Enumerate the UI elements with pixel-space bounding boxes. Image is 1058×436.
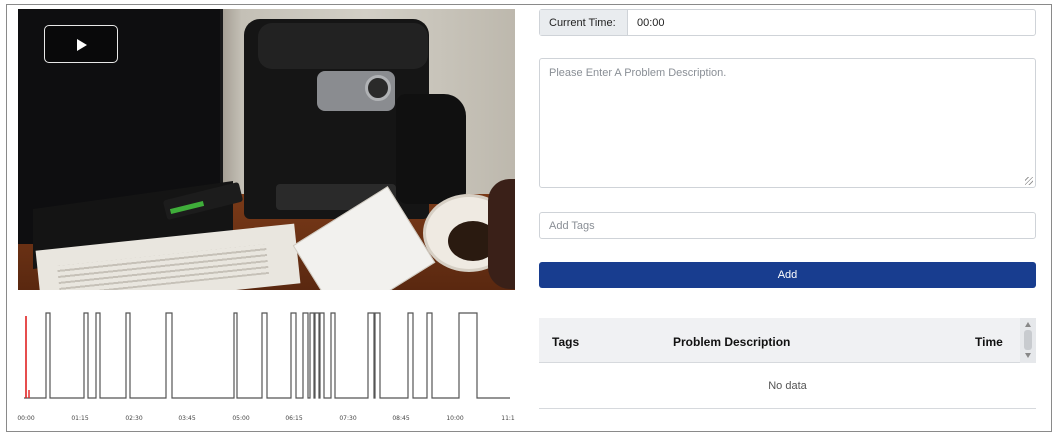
column-header-tags[interactable]: Tags bbox=[552, 335, 579, 349]
scroll-thumb[interactable] bbox=[1024, 330, 1032, 350]
timeline-tick-label: 06:15 bbox=[285, 415, 303, 422]
table-header: Tags Problem Description Time bbox=[539, 318, 1020, 363]
timeline-tick-label: 08:45 bbox=[392, 415, 410, 422]
video-frame-coffee-machine-top bbox=[258, 23, 428, 69]
timeline-tick-label: 05:00 bbox=[232, 415, 250, 422]
video-frame-carafe bbox=[396, 94, 466, 204]
timeline-tick-label: 00:00 bbox=[17, 415, 35, 422]
video-player[interactable] bbox=[18, 9, 515, 290]
video-frame-coffee-machine-knob bbox=[365, 75, 391, 101]
timeline-tick-label: 07:30 bbox=[339, 415, 357, 422]
column-header-problem-description[interactable]: Problem Description bbox=[673, 335, 790, 349]
add-tags-input[interactable] bbox=[539, 212, 1036, 239]
timeline-tick-label: 10:00 bbox=[446, 415, 464, 422]
timeline-tick-label: 01:15 bbox=[71, 415, 89, 422]
resize-grip-icon[interactable] bbox=[1025, 177, 1033, 185]
problems-table: Tags Problem Description Time No data bbox=[539, 318, 1036, 410]
timeline-tick-label: 11:1 bbox=[501, 415, 515, 422]
current-time-group: Current Time: 00:00 bbox=[539, 9, 1036, 36]
timeline-pulse-line bbox=[24, 312, 510, 399]
play-button[interactable] bbox=[44, 25, 118, 63]
column-header-time[interactable]: Time bbox=[975, 335, 1003, 349]
timeline-tick-label: 03:45 bbox=[178, 415, 196, 422]
table-scrollbar[interactable] bbox=[1020, 318, 1036, 363]
timeline-tick-label: 02:30 bbox=[125, 415, 143, 422]
scroll-up-icon[interactable] bbox=[1025, 322, 1031, 327]
empty-state-text: No data bbox=[539, 363, 1036, 409]
current-time-label: Current Time: bbox=[540, 10, 628, 35]
current-time-value: 00:00 bbox=[637, 16, 665, 29]
timeline-plot[interactable] bbox=[18, 298, 515, 413]
add-button[interactable]: Add bbox=[539, 262, 1036, 288]
video-frame-hand bbox=[488, 179, 515, 289]
scroll-down-icon[interactable] bbox=[1025, 353, 1031, 358]
event-timeline[interactable]: 00:00 01:15 02:30 03:45 05:00 06:15 07:3… bbox=[17, 298, 515, 428]
play-icon bbox=[77, 39, 87, 51]
problem-description-field[interactable] bbox=[539, 58, 1036, 188]
